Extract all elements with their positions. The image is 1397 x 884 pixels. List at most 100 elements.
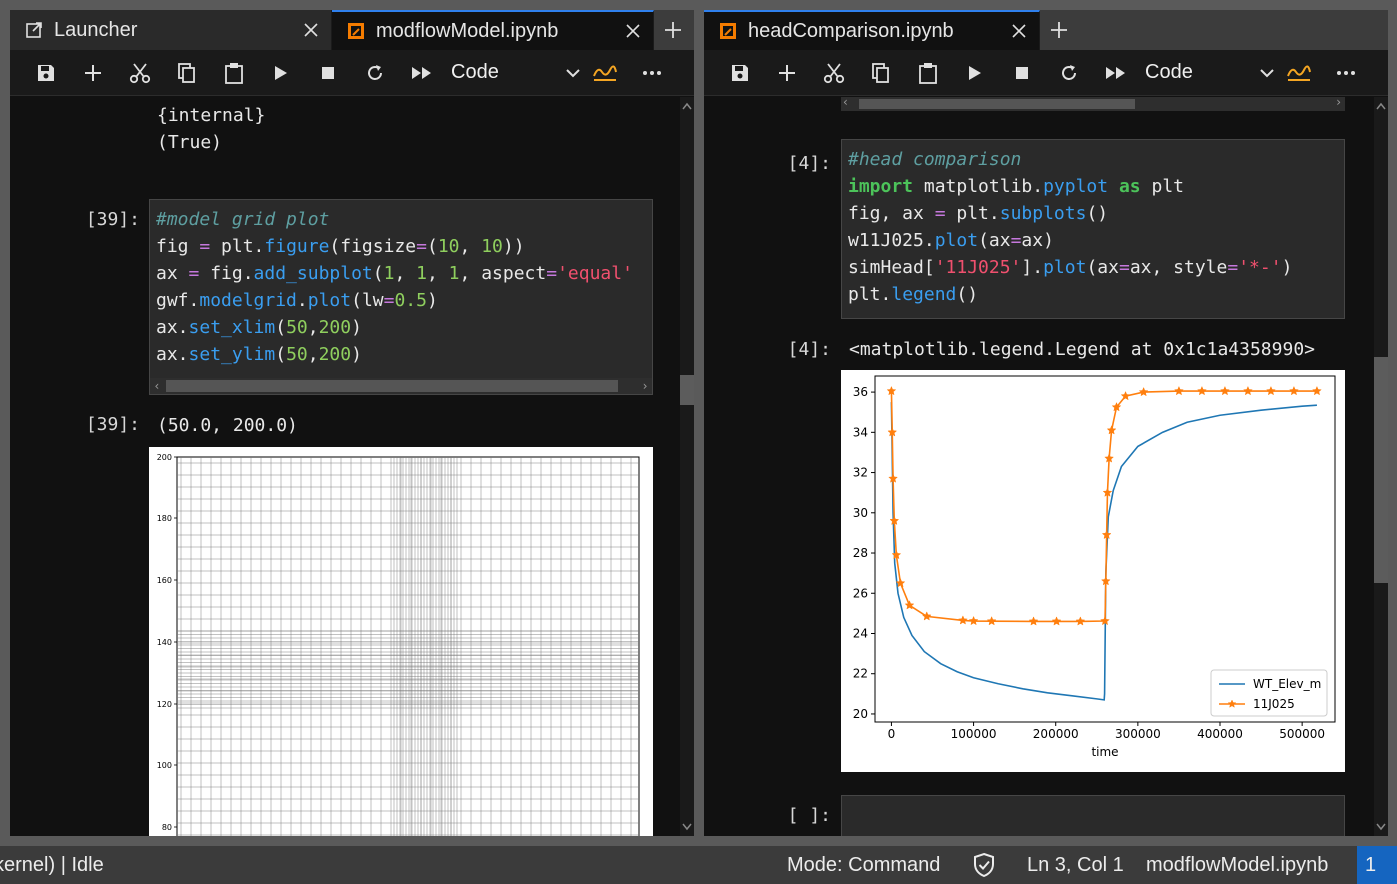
scrollbar-thumb[interactable] xyxy=(859,99,1135,109)
plot-frame xyxy=(176,456,640,836)
chevron-down-icon[interactable] xyxy=(680,820,694,834)
y-tick-label: 160 xyxy=(157,576,172,585)
x-tick-label: 100000 xyxy=(951,727,997,741)
interrupt-button[interactable] xyxy=(304,50,351,96)
y-tick-label: 24 xyxy=(853,626,868,640)
fast-forward-icon xyxy=(1105,66,1125,79)
notification-badge[interactable]: 1 xyxy=(1357,846,1397,884)
insert-cell-button[interactable] xyxy=(763,50,810,96)
output-prompt: [4]: xyxy=(787,339,831,360)
active-file-name: modflowModel.ipynb xyxy=(1146,854,1329,876)
close-icon[interactable] xyxy=(623,21,643,41)
paste-button[interactable] xyxy=(904,50,951,96)
left-vertical-scrollbar[interactable] xyxy=(680,97,694,836)
stop-icon xyxy=(321,66,334,79)
y-tick-label: 100 xyxy=(157,761,172,770)
cell-output-text: (50.0, 200.0) xyxy=(157,415,298,436)
save-icon xyxy=(731,64,748,81)
cut-button[interactable] xyxy=(810,50,857,96)
plus-icon xyxy=(84,64,101,81)
run-button[interactable] xyxy=(257,50,304,96)
cell-type-select[interactable]: Code xyxy=(445,50,581,96)
more-button[interactable] xyxy=(628,50,675,96)
left-toolbar: Code xyxy=(10,50,694,96)
scrollbar-thumb[interactable] xyxy=(166,380,618,392)
y-tick-label: 120 xyxy=(157,700,172,709)
copy-button[interactable] xyxy=(857,50,904,96)
launcher-icon xyxy=(24,20,44,40)
horizontal-scrollbar[interactable]: ‹ › xyxy=(841,97,1345,111)
y-tick-label: 22 xyxy=(853,667,868,681)
chevron-right-icon[interactable]: › xyxy=(638,378,652,394)
chevron-left-icon[interactable]: ‹ xyxy=(843,97,848,109)
scissors-icon xyxy=(129,62,150,83)
cell-type-select[interactable]: Code xyxy=(1139,50,1275,96)
cursor-position[interactable]: Ln 3, Col 1 xyxy=(1027,854,1124,877)
right-toolbar: Code xyxy=(704,50,1388,96)
x-tick-label: 0 xyxy=(888,727,896,741)
right-notebook-panel: headComparison.ipynb Code ‹ › [4]: #head… xyxy=(704,10,1388,836)
grid-plot-image: 200 180 160 140 120 100 80 xyxy=(149,447,653,836)
restart-button[interactable] xyxy=(1045,50,1092,96)
plus-icon xyxy=(1051,22,1067,38)
cell-output-text: <matplotlib.legend.Legend at 0x1c1a43589… xyxy=(849,339,1315,360)
more-button[interactable] xyxy=(1322,50,1369,96)
chevron-down-icon xyxy=(566,68,580,77)
code-cell-editor[interactable]: #model grid plot fig = plt.figure(figsiz… xyxy=(149,199,653,395)
empty-code-cell[interactable] xyxy=(841,795,1345,836)
insert-cell-button[interactable] xyxy=(69,50,116,96)
refresh-icon xyxy=(1061,64,1076,80)
add-tab-button[interactable] xyxy=(654,10,692,50)
scrollbar-thumb[interactable] xyxy=(1374,357,1388,583)
save-icon xyxy=(37,64,54,81)
chevron-left-icon[interactable]: ‹ xyxy=(150,378,164,394)
kernel-activity-icon xyxy=(1286,65,1311,81)
cell-type-label: Code xyxy=(451,61,499,83)
clipboard-icon xyxy=(224,62,243,84)
save-button[interactable] xyxy=(716,50,763,96)
kernel-activity-button[interactable] xyxy=(1275,50,1322,96)
shield-check-icon[interactable] xyxy=(972,852,996,884)
output-line: {internal} xyxy=(157,105,266,126)
restart-button[interactable] xyxy=(351,50,398,96)
status-bar: kernel) | Idle Mode: Command Ln 3, Col 1… xyxy=(0,846,1397,884)
play-icon xyxy=(968,65,981,80)
chevron-down-icon[interactable] xyxy=(1374,820,1388,834)
tab-label: Launcher xyxy=(54,18,138,41)
run-button[interactable] xyxy=(951,50,998,96)
close-icon[interactable] xyxy=(301,20,321,40)
chevron-right-icon[interactable]: › xyxy=(1336,97,1341,109)
copy-button[interactable] xyxy=(163,50,210,96)
interrupt-button[interactable] xyxy=(998,50,1045,96)
code-cell-editor[interactable]: #head comparison import matplotlib.pyplo… xyxy=(841,139,1345,319)
left-tab-bar: Launcher modflowModel.ipynb xyxy=(10,10,694,50)
kernel-activity-button[interactable] xyxy=(581,50,628,96)
refresh-icon xyxy=(367,64,382,80)
horizontal-scrollbar[interactable]: ‹ › xyxy=(150,378,652,394)
stop-icon xyxy=(1015,66,1028,79)
cut-button[interactable] xyxy=(116,50,163,96)
copy-icon xyxy=(871,62,889,83)
right-vertical-scrollbar[interactable] xyxy=(1374,97,1388,836)
scrollbar-thumb[interactable] xyxy=(680,375,694,405)
run-all-button[interactable] xyxy=(398,50,445,96)
tab-launcher[interactable]: Launcher xyxy=(10,10,332,50)
save-button[interactable] xyxy=(22,50,69,96)
add-tab-button[interactable] xyxy=(1040,10,1078,50)
kernel-status[interactable]: kernel) | Idle xyxy=(0,854,104,877)
tab-modflowmodel[interactable]: modflowModel.ipynb xyxy=(332,10,654,50)
y-tick-label: 140 xyxy=(157,638,172,647)
close-icon[interactable] xyxy=(1009,21,1029,41)
notification-count: 1 xyxy=(1365,853,1377,876)
paste-button[interactable] xyxy=(210,50,257,96)
plus-icon xyxy=(665,22,681,38)
fast-forward-icon xyxy=(411,66,431,79)
model-grid-plot: 200 180 160 140 120 100 80 xyxy=(157,453,640,836)
chevron-down-icon xyxy=(1260,68,1274,77)
left-notebook-content: {internal} (True) [39]: #model grid plot… xyxy=(10,97,680,836)
tab-headcomparison[interactable]: headComparison.ipynb xyxy=(704,10,1040,50)
chart-svg: 0 100000 200000 300000 400000 500000 20 22 24 26 2… xyxy=(853,375,1336,759)
chevron-up-icon[interactable] xyxy=(680,99,694,113)
run-all-button[interactable] xyxy=(1092,50,1139,96)
chevron-up-icon[interactable] xyxy=(1374,99,1388,113)
